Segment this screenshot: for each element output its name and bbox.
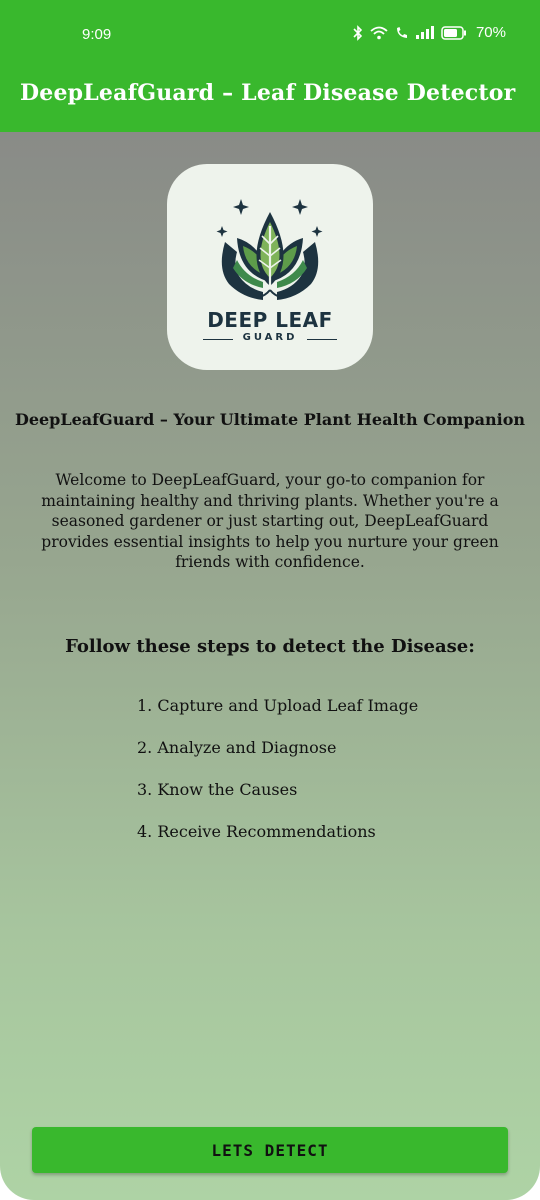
wifi-icon <box>370 26 388 40</box>
step-item: 4. Receive Recommendations <box>137 822 376 841</box>
wifi-calling-icon <box>395 26 409 40</box>
steps-title: Follow these steps to detect the Disease… <box>65 636 475 657</box>
logo-main-text: DEEP LEAF <box>207 308 333 332</box>
welcome-text: Welcome to DeepLeafGuard, your go-to com… <box>41 471 499 571</box>
status-icons: 70% <box>353 24 506 41</box>
signal-icon <box>415 26 434 39</box>
status-time: 9:09 <box>82 26 112 43</box>
app-logo: DEEP LEAF GUARD <box>167 164 373 370</box>
logo-divider-right <box>307 339 337 340</box>
app-title: DeepLeafGuard – Leaf Disease Detector <box>20 80 516 106</box>
battery-icon <box>441 25 467 40</box>
step-item: 1. Capture and Upload Leaf Image <box>137 696 419 715</box>
step-item: 3. Know the Causes <box>137 780 298 799</box>
main-content: DEEP LEAF GUARD DeepLeafGuard – Your Ult… <box>0 132 540 1200</box>
headline: DeepLeafGuard – Your Ultimate Plant Heal… <box>14 410 526 429</box>
battery-percentage: 70% <box>475 24 506 41</box>
bluetooth-icon <box>353 24 363 41</box>
logo-sub-text: GUARD <box>242 332 298 343</box>
app-bar: DeepLeafGuard – Leaf Disease Detector <box>0 70 540 132</box>
status-bar: 9:09 70% <box>0 0 540 70</box>
lets-detect-button[interactable]: LETS DETECT <box>32 1127 508 1173</box>
step-item: 2. Analyze and Diagnose <box>137 738 337 757</box>
